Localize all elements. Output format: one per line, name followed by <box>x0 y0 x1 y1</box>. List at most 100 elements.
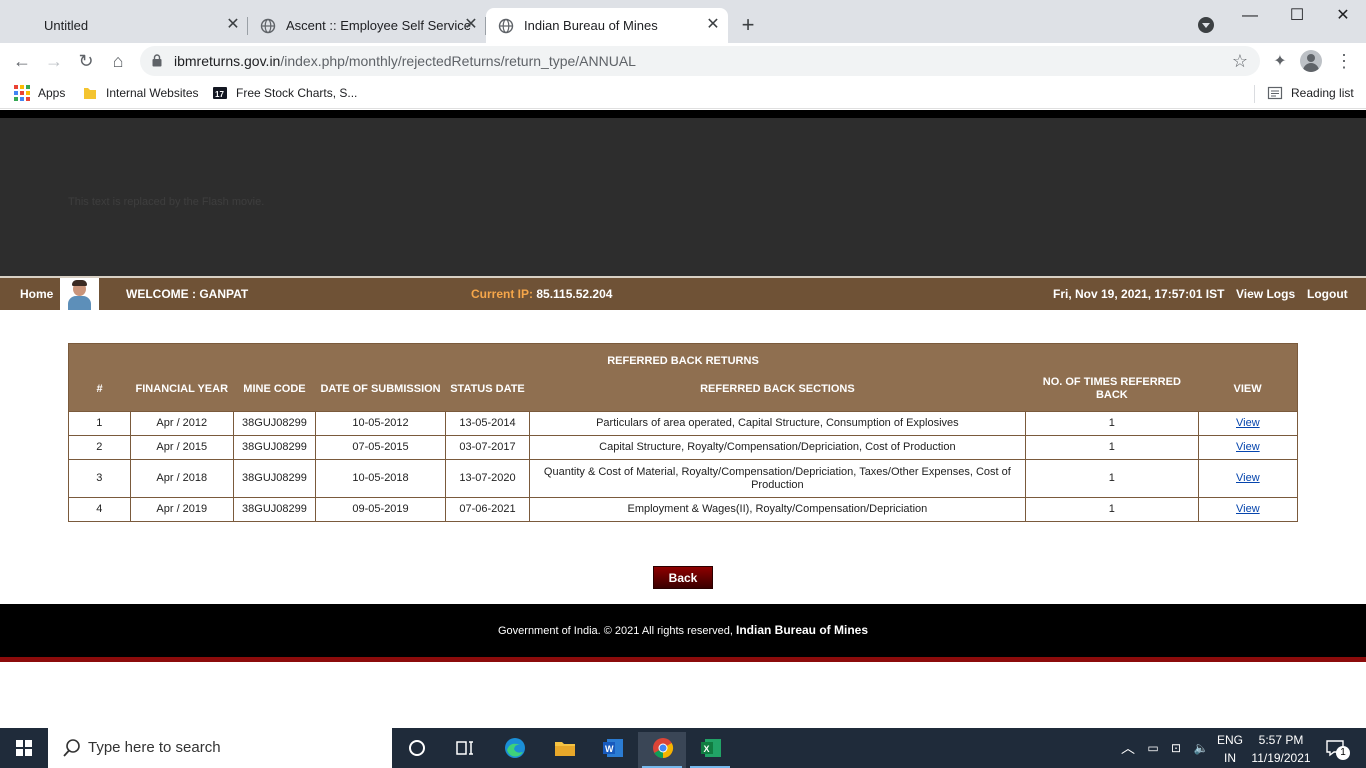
back-arrow-icon[interactable]: ← <box>10 49 34 73</box>
search-placeholder: Type here to search <box>88 739 221 756</box>
action-center-button[interactable]: 1 <box>1320 728 1350 768</box>
tab-untitled[interactable]: Untitled ✕ <box>0 8 248 43</box>
cortana-button[interactable] <box>392 732 440 768</box>
taskbar-file-explorer[interactable] <box>540 732 588 768</box>
status-date: 07-06-2021 <box>445 497 530 522</box>
view-link[interactable]: View <box>1236 503 1260 515</box>
status-date: 03-07-2017 <box>445 435 530 460</box>
bookmark-apps[interactable]: Apps <box>14 85 65 101</box>
reading-list-label: Reading list <box>1291 86 1354 100</box>
taskbar-search-input[interactable]: Type here to search <box>48 728 392 768</box>
submission-date: 09-05-2019 <box>314 497 447 522</box>
financial-year: Apr / 2019 <box>129 497 235 522</box>
close-icon[interactable]: ✕ <box>462 16 480 34</box>
battery-icon[interactable]: ▭ <box>1144 728 1162 768</box>
column-header: NO. OF TIMES REFERRED BACK <box>1025 373 1199 412</box>
home-icon[interactable]: ⌂ <box>106 49 130 73</box>
address-bar[interactable]: ibmreturns.gov.in/index.php/monthly/reje… <box>140 46 1260 76</box>
extensions-icon[interactable]: ✦ <box>1270 51 1290 71</box>
view-link[interactable]: View <box>1236 472 1260 484</box>
region-code: IN <box>1224 751 1236 765</box>
network-icon[interactable]: ⊡ <box>1166 728 1186 768</box>
times-referred-back: 1 <box>1024 459 1199 498</box>
referred-back-sections: Particulars of area operated, Capital St… <box>528 411 1026 436</box>
times-referred-back: 1 <box>1024 497 1199 522</box>
financial-year: Apr / 2012 <box>129 411 235 436</box>
profile-avatar-icon[interactable] <box>1300 50 1322 72</box>
forward-arrow-icon[interactable]: → <box>42 49 66 73</box>
top-border <box>0 110 1366 118</box>
show-hidden-icons[interactable]: ︿ <box>1118 728 1138 768</box>
language-indicator[interactable]: ENG IN <box>1214 728 1246 768</box>
excel-icon: X <box>701 739 721 757</box>
tab-ascent-ess[interactable]: Ascent :: Employee Self Service ✕ <box>248 8 486 43</box>
bookmark-label: Internal Websites <box>106 86 199 100</box>
column-header: FINANCIAL YEAR <box>130 373 234 412</box>
row-number: 2 <box>68 435 131 460</box>
avatar <box>60 278 99 310</box>
footer-copyright: Government of India. © 2021 All rights r… <box>497 625 733 637</box>
chrome-icon <box>653 738 674 759</box>
welcome-text: WELCOME : GANPAT <box>126 287 249 301</box>
back-button[interactable]: Back <box>653 566 713 589</box>
bookmark-internal-websites[interactable]: Internal Websites <box>82 85 199 101</box>
row-number: 3 <box>68 459 131 498</box>
view-logs-link[interactable]: View Logs <box>1236 287 1295 301</box>
table-row: 2 Apr / 2015 38GUJ08299 07-05-2015 03-07… <box>68 435 1299 460</box>
start-button[interactable] <box>0 728 48 768</box>
clock-date: 11/19/2021 <box>1251 751 1311 765</box>
more-menu-icon[interactable]: ⋮ <box>1334 51 1354 71</box>
tab-indian-bureau-of-mines[interactable]: Indian Bureau of Mines ✕ <box>486 8 728 43</box>
svg-text:X: X <box>704 744 710 754</box>
file-explorer-icon <box>555 742 575 756</box>
column-header: MINE CODE <box>233 373 316 412</box>
window-close-icon[interactable]: ✕ <box>1320 4 1366 28</box>
bookmark-free-stock-charts[interactable]: 17 Free Stock Charts, S... <box>212 85 357 101</box>
column-header: REFERRED BACK SECTIONS <box>529 373 1026 412</box>
logout-link[interactable]: Logout <box>1307 287 1348 301</box>
taskbar-chrome[interactable] <box>638 732 686 768</box>
bookmark-star-icon[interactable]: ☆ <box>1232 51 1248 72</box>
submission-date: 10-05-2018 <box>314 459 447 498</box>
clock-time: 5:57 PM <box>1258 733 1304 747</box>
minimize-icon[interactable]: — <box>1227 4 1273 28</box>
home-link[interactable]: Home <box>20 287 53 301</box>
svg-text:W: W <box>605 744 614 754</box>
tab-search-icon[interactable] <box>1198 17 1214 33</box>
taskbar-excel[interactable]: X <box>686 732 734 768</box>
notification-badge: 1 <box>1336 746 1350 760</box>
close-icon[interactable]: ✕ <box>224 16 242 34</box>
url-text[interactable]: ibmreturns.gov.in/index.php/monthly/reje… <box>174 53 636 69</box>
referred-back-sections: Employment & Wages(II), Royalty/Compensa… <box>528 497 1026 522</box>
clock[interactable]: 5:57 PM 11/19/2021 <box>1248 728 1314 768</box>
lock-icon[interactable] <box>152 54 162 67</box>
table-row: 3 Apr / 2018 38GUJ08299 10-05-2018 13-07… <box>68 459 1299 498</box>
reload-icon[interactable]: ↻ <box>74 49 98 73</box>
new-tab-button[interactable]: + <box>736 14 760 38</box>
financial-year: Apr / 2018 <box>129 459 235 498</box>
current-datetime: Fri, Nov 19, 2021, 17:57:01 IST <box>1053 287 1225 301</box>
view-link[interactable]: View <box>1236 417 1260 429</box>
view-link[interactable]: View <box>1236 441 1260 453</box>
task-view-button[interactable] <box>440 732 488 768</box>
close-icon[interactable]: ✕ <box>704 16 722 34</box>
table-row: 1 Apr / 2012 38GUJ08299 10-05-2012 13-05… <box>68 411 1299 436</box>
referred-back-sections: Capital Structure, Royalty/Compensation/… <box>528 435 1026 460</box>
browser-tab-strip: Untitled ✕ Ascent :: Employee Self Servi… <box>0 0 1366 43</box>
submission-date: 10-05-2012 <box>314 411 447 436</box>
current-ip: Current IP: 85.115.52.204 <box>471 287 612 301</box>
times-referred-back: 1 <box>1024 411 1199 436</box>
search-icon <box>63 739 80 757</box>
web-page: This text is replaced by the Flash movie… <box>0 110 1366 728</box>
status-date: 13-07-2020 <box>445 459 530 498</box>
taskbar-edge[interactable] <box>490 732 538 768</box>
column-header: VIEW <box>1198 373 1298 412</box>
task-view-icon <box>456 741 473 755</box>
taskbar-word[interactable]: W <box>588 732 636 768</box>
volume-icon[interactable]: 🔈 <box>1190 728 1212 768</box>
ip-label: Current IP: <box>471 287 534 301</box>
windows-logo-icon <box>16 740 32 756</box>
maximize-icon[interactable]: ☐ <box>1274 4 1320 28</box>
apps-grid-icon <box>14 85 30 101</box>
reading-list[interactable]: Reading list <box>1267 85 1354 101</box>
